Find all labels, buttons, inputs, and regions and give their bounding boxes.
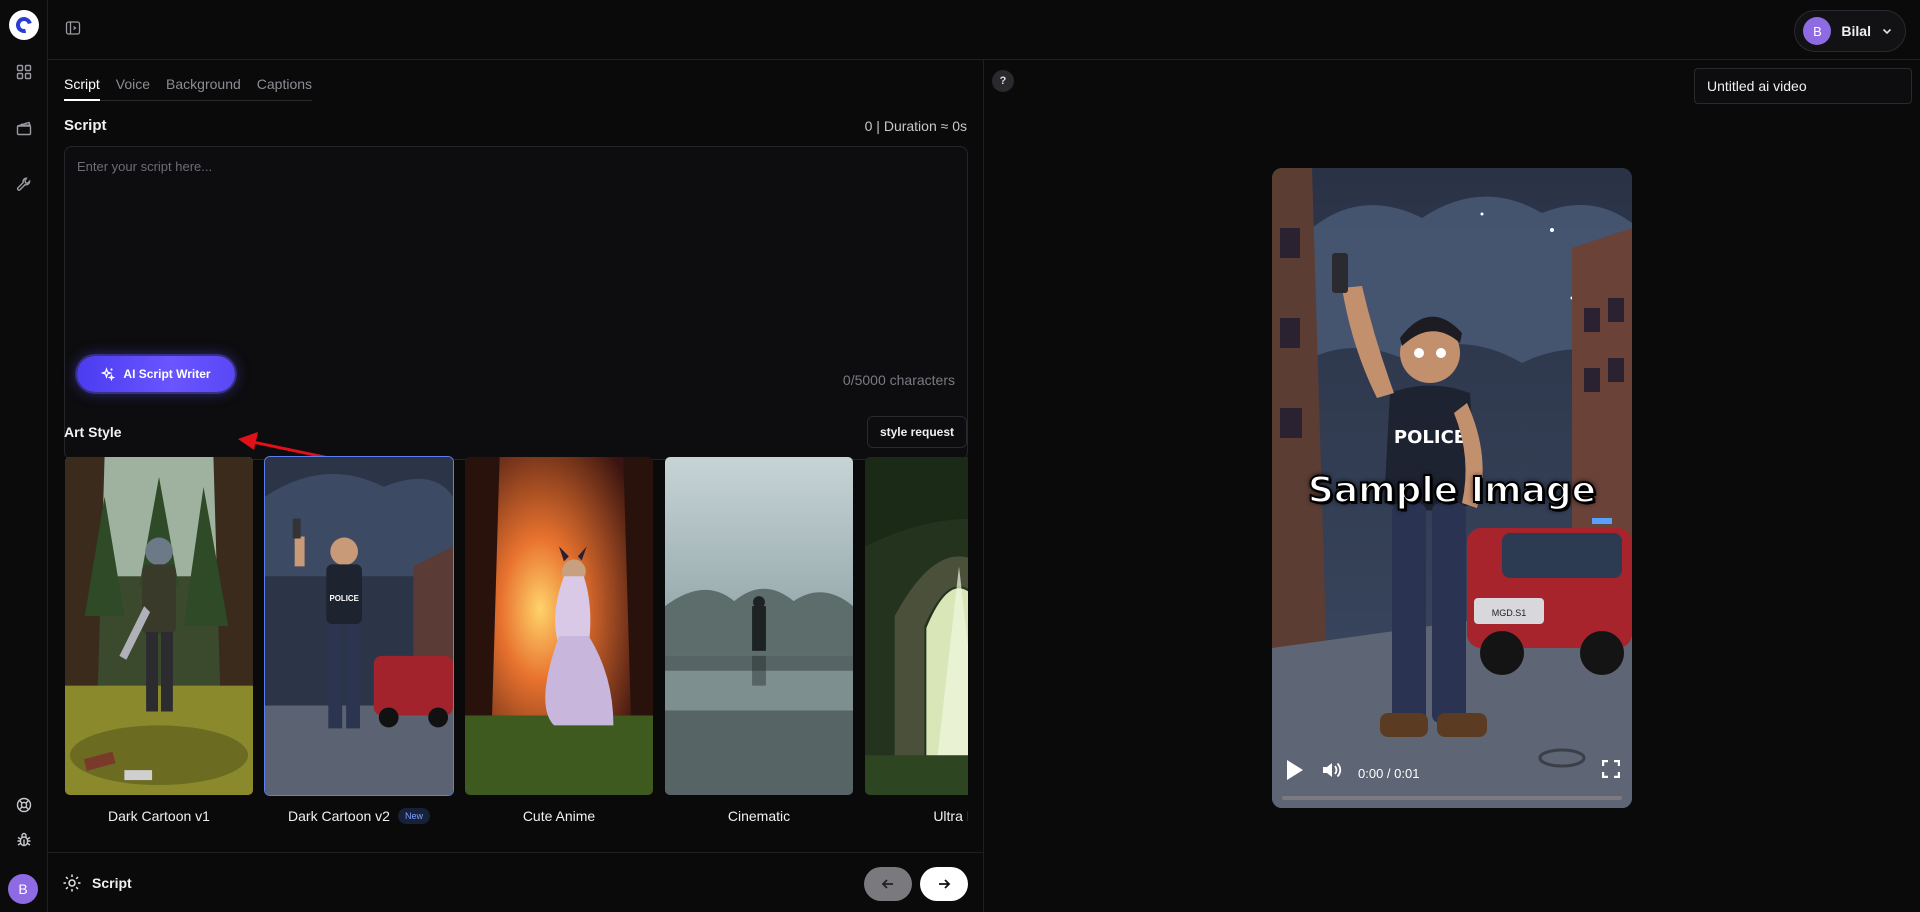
editor-footer: Script (48, 852, 984, 912)
chevron-down-icon (1882, 28, 1892, 35)
arrow-left-icon (881, 879, 893, 889)
user-menu[interactable]: B Bilal (1794, 10, 1906, 52)
bug-icon[interactable] (14, 830, 34, 850)
video-title-input[interactable] (1694, 68, 1912, 104)
script-section-title: Script (64, 117, 107, 134)
top-bar: B Bilal (48, 0, 1920, 60)
overlay-caption: Sample Image (1307, 469, 1597, 512)
duration-readout: 0 | Duration ≈ 0s (864, 118, 967, 134)
style-thumbnail: POLICE (264, 456, 454, 796)
style-card-label: Cinematic (727, 808, 791, 824)
support-icon[interactable] (14, 795, 34, 815)
app-root: B B Bilal Script Voice Background Captio… (0, 0, 1920, 912)
style-card-cinematic[interactable]: Cinematic (664, 456, 854, 824)
fullscreen-icon[interactable] (1600, 758, 1622, 780)
art-style-carousel[interactable]: Dark Cartoon v1 POLICE Dark Cartoon v2 N… (64, 456, 968, 892)
editor-tabs: Script Voice Background Captions (64, 76, 313, 101)
svg-text:POLICE: POLICE (329, 594, 358, 603)
art-style-section-title: Art Style (64, 424, 122, 440)
tab-captions[interactable]: Captions (257, 76, 312, 92)
current-step-label: Script (92, 875, 132, 891)
style-thumbnail (64, 456, 254, 796)
app-logo[interactable] (9, 10, 39, 40)
gear-icon[interactable] (62, 873, 82, 893)
user-avatar: B (1803, 17, 1832, 45)
editor-panel: Script Voice Background Captions Script … (48, 60, 984, 912)
svg-text:MGD.S1: MGD.S1 (1492, 608, 1527, 618)
player-controls: 0:00 / 0:01 (1272, 748, 1632, 808)
ai-script-writer-label: AI Script Writer (123, 367, 211, 381)
style-card-label: Dark Cartoon v1 (108, 808, 210, 824)
arrow-right-icon (939, 879, 951, 889)
ai-script-writer-button[interactable]: AI Script Writer (77, 356, 235, 392)
style-card-label: Cute Anime (522, 808, 596, 824)
tab-voice[interactable]: Voice (116, 76, 150, 92)
style-thumbnail (664, 456, 854, 796)
playback-progress-bar[interactable] (1282, 796, 1622, 800)
wrench-icon[interactable] (14, 174, 34, 194)
volume-icon[interactable] (1320, 758, 1344, 782)
previous-step-button[interactable] (864, 867, 912, 901)
help-icon[interactable]: ? (992, 70, 1014, 92)
new-badge: New (397, 808, 430, 824)
logo-mark-icon (13, 14, 35, 36)
style-card-dark-cartoon-v2[interactable]: POLICE Dark Cartoon v2 New (264, 456, 454, 824)
script-input[interactable] (65, 147, 967, 357)
play-icon[interactable] (1282, 758, 1306, 782)
script-editor: AI Script Writer 0/5000 characters (64, 146, 968, 460)
style-card-dark-cartoon-v1[interactable]: Dark Cartoon v1 (64, 456, 254, 824)
tab-background[interactable]: Background (166, 76, 241, 92)
character-count: 0/5000 characters (842, 372, 955, 388)
style-card-label: Ultra Re (933, 808, 968, 824)
rail-user-avatar[interactable]: B (8, 874, 38, 904)
svg-text:POLICE: POLICE (1394, 427, 1466, 448)
preview-panel: ? MGD.S1 (984, 60, 1920, 912)
dashboard-icon[interactable] (14, 62, 34, 82)
next-step-button[interactable] (920, 867, 968, 901)
style-card-label: Dark Cartoon v2 New (264, 808, 454, 824)
style-thumbnail (464, 456, 654, 796)
style-card-ultra-realistic[interactable]: Ultra Re (864, 456, 968, 824)
playback-time: 0:00 / 0:01 (1358, 766, 1420, 781)
style-card-cute-anime[interactable]: Cute Anime (464, 456, 654, 824)
style-request-button[interactable]: style request (866, 416, 967, 448)
tab-script[interactable]: Script (64, 76, 100, 101)
sparkles-icon (101, 367, 116, 381)
user-name: Bilal (1841, 23, 1871, 39)
clapperboard-icon[interactable] (14, 118, 34, 138)
sidebar-toggle-icon[interactable] (61, 16, 85, 40)
style-thumbnail (864, 456, 968, 796)
icon-rail: B (0, 0, 48, 912)
video-player[interactable]: MGD.S1 POLICE Sample Image 0:00 / 0:01 (1272, 168, 1632, 808)
